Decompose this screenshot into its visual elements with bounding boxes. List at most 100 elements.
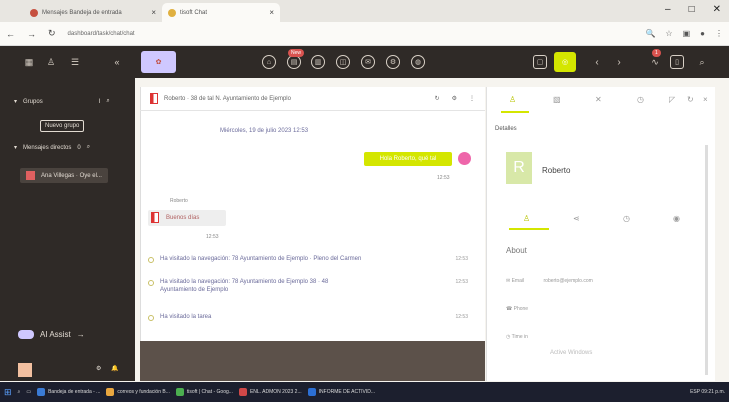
search-icon[interactable]: 🔍 — [645, 29, 655, 38]
chat-header: Roberto · 38 de tal N. Ayuntamiento de E… — [140, 87, 485, 111]
globe-icon[interactable]: ◍ — [411, 55, 425, 69]
refresh-icon[interactable]: ↻ — [687, 95, 694, 104]
inbox-icon[interactable]: ▤ — [287, 55, 301, 69]
sender-name: Roberto — [170, 198, 188, 204]
task-view-icon[interactable]: ▭ — [26, 389, 31, 395]
chat-panel — [140, 87, 485, 381]
settings-icon[interactable]: ⚙ — [386, 55, 400, 69]
panel-icon[interactable]: ▯ — [670, 55, 684, 69]
menu-icon[interactable]: ⋮ — [715, 29, 723, 38]
start-icon[interactable]: ⊞ — [4, 387, 12, 398]
taskbar-item[interactable]: ENL. ADMON 2023 2... — [238, 388, 302, 396]
caret-icon: ▾ — [14, 99, 18, 105]
flag-icon — [150, 93, 158, 104]
search-icon[interactable]: ⌕ — [87, 144, 90, 151]
close-window-button[interactable]: ✕ — [713, 4, 721, 15]
taskbar-item[interactable]: Bandeja de entrada - ... — [37, 388, 100, 396]
window-icon[interactable]: ▢ — [533, 55, 547, 69]
close-tab-icon[interactable]: × — [269, 8, 274, 17]
notification-badge: New — [288, 49, 305, 57]
profile-icon[interactable]: ● — [700, 29, 705, 38]
share-tab-icon[interactable]: ⋖ — [573, 214, 580, 223]
user-tab-icon[interactable]: ♙ — [509, 95, 516, 104]
avatar — [26, 171, 35, 180]
watermark: Active Windows — [550, 350, 593, 356]
bell-icon[interactable]: 🔔 — [111, 365, 118, 372]
user-avatar[interactable] — [18, 363, 32, 377]
ai-assist-button[interactable]: AI Assist → — [18, 330, 85, 339]
add-group-icon[interactable]: I — [99, 99, 101, 105]
expand-icon[interactable]: ◸ — [669, 95, 675, 104]
close-icon[interactable]: × — [703, 95, 708, 104]
search-icon[interactable]: ⌕ — [695, 55, 709, 69]
next-icon[interactable]: › — [612, 55, 626, 69]
contact-item[interactable]: Ana Villegas · Oye el... — [20, 168, 108, 183]
taskbar-item[interactable]: tisoft | Chat - Goog... — [175, 388, 233, 396]
history-item[interactable]: Ha visitado la navegación: 78 Ayuntamien… — [148, 256, 468, 263]
history-item[interactable]: Ha visitado la navegación: 78 Ayuntamien… — [148, 279, 468, 293]
minimize-button[interactable]: – — [665, 4, 671, 15]
chat-icon[interactable]: ✉ — [361, 55, 375, 69]
activity-icon[interactable]: ∿ — [648, 55, 662, 69]
message-composer[interactable] — [140, 341, 485, 381]
collapse-icon[interactable]: « — [110, 55, 124, 69]
message-time: 12:53 — [206, 234, 219, 240]
more-icon[interactable]: ⋮ — [469, 95, 475, 102]
clock-icon — [148, 257, 154, 263]
reload-icon[interactable]: ↻ — [48, 28, 56, 39]
tools-tab-icon[interactable]: ✕ — [595, 95, 602, 104]
incoming-message[interactable]: Buenos días — [148, 210, 226, 226]
browser-tab-mail[interactable]: Mensajes Bandeja de entrada × — [24, 3, 162, 22]
calendar-icon[interactable]: ▥ — [311, 55, 325, 69]
contact-name: Roberto — [542, 166, 571, 175]
avatar — [458, 152, 471, 165]
system-tray[interactable]: ESP 09:21 p.m. — [690, 389, 725, 395]
sidebar-footer-actions: ⚙ 🔔 — [96, 365, 119, 372]
clock-tab-icon[interactable]: ◷ — [637, 95, 644, 104]
groups-section[interactable]: ▾ Grupos I ⌕ — [14, 98, 110, 105]
app-logo: ✿ — [141, 51, 176, 73]
settings-icon[interactable]: ⚙ — [96, 365, 101, 372]
taskbar-item[interactable]: correos y fundación B... — [106, 388, 170, 396]
refresh-icon[interactable]: ↻ — [435, 95, 440, 102]
my-message[interactable]: Hola Roberto, qué tal — [364, 152, 452, 166]
info-tab-icon[interactable]: ◉ — [673, 214, 680, 223]
ai-icon — [18, 330, 34, 339]
board-icon[interactable]: ◫ — [336, 55, 350, 69]
close-tab-icon[interactable]: × — [151, 8, 156, 17]
grid-icon[interactable]: ▦ — [22, 55, 36, 69]
image-tab-icon[interactable]: ▧ — [553, 95, 561, 104]
browser-tab-chat[interactable]: tisoft Chat × — [162, 3, 280, 22]
taskbar-item[interactable]: INFORME DE ACTIVID... — [307, 388, 375, 396]
history-item[interactable]: Ha visitado la tarea 12:53 — [148, 314, 468, 321]
active-view-icon[interactable]: ◎ — [554, 52, 576, 72]
back-icon[interactable]: ← — [6, 29, 15, 39]
taskbar: ⊞ ⌕ ▭ Bandeja de entrada - ... correos y… — [0, 382, 729, 402]
contact-avatar: R — [506, 152, 532, 184]
details-label: Detalles — [495, 126, 517, 132]
star-icon[interactable]: ☆ — [665, 29, 672, 38]
app-toolbar: ▦ ♙ ☰ « ⌂ ▤ New ▥ ◫ ✉ ⚙ ◍ ▢ ◎ ‹ › ∿ 1 ▯ … — [0, 46, 729, 78]
prev-icon[interactable]: ‹ — [590, 55, 604, 69]
email-value[interactable]: roberto@ejemplo.com — [544, 278, 593, 284]
scrollbar[interactable] — [705, 145, 708, 375]
url-field[interactable]: dashboard/task/chat/chat — [68, 31, 135, 37]
maximize-button[interactable]: □ — [689, 4, 695, 15]
profile-tab-icon[interactable]: ♙ — [523, 214, 530, 223]
direct-messages-section[interactable]: ▾ Mensajes directos 0 ⌕ — [14, 144, 90, 151]
user-icon[interactable]: ♙ — [44, 55, 58, 69]
window-controls: – □ ✕ — [665, 4, 721, 15]
home-icon[interactable]: ⌂ — [262, 55, 276, 69]
forward-icon[interactable]: → — [27, 29, 36, 39]
phone-row: ☎ Phone — [506, 306, 529, 312]
list-icon[interactable]: ☰ — [68, 55, 82, 69]
history-tab-icon[interactable]: ◷ — [623, 214, 630, 223]
search-icon[interactable]: ⌕ — [106, 98, 109, 105]
settings-icon[interactable]: ⚙ — [452, 95, 457, 102]
address-bar: ← → ↻ dashboard/task/chat/chat 🔍 ☆ ▣ ● ⋮ — [0, 22, 729, 46]
chat-icon — [168, 8, 176, 17]
search-icon[interactable]: ⌕ — [18, 389, 21, 395]
clock-icon — [148, 315, 154, 321]
new-group-button[interactable]: Nuevo grupo — [40, 120, 85, 132]
extensions-icon[interactable]: ▣ — [683, 29, 691, 38]
